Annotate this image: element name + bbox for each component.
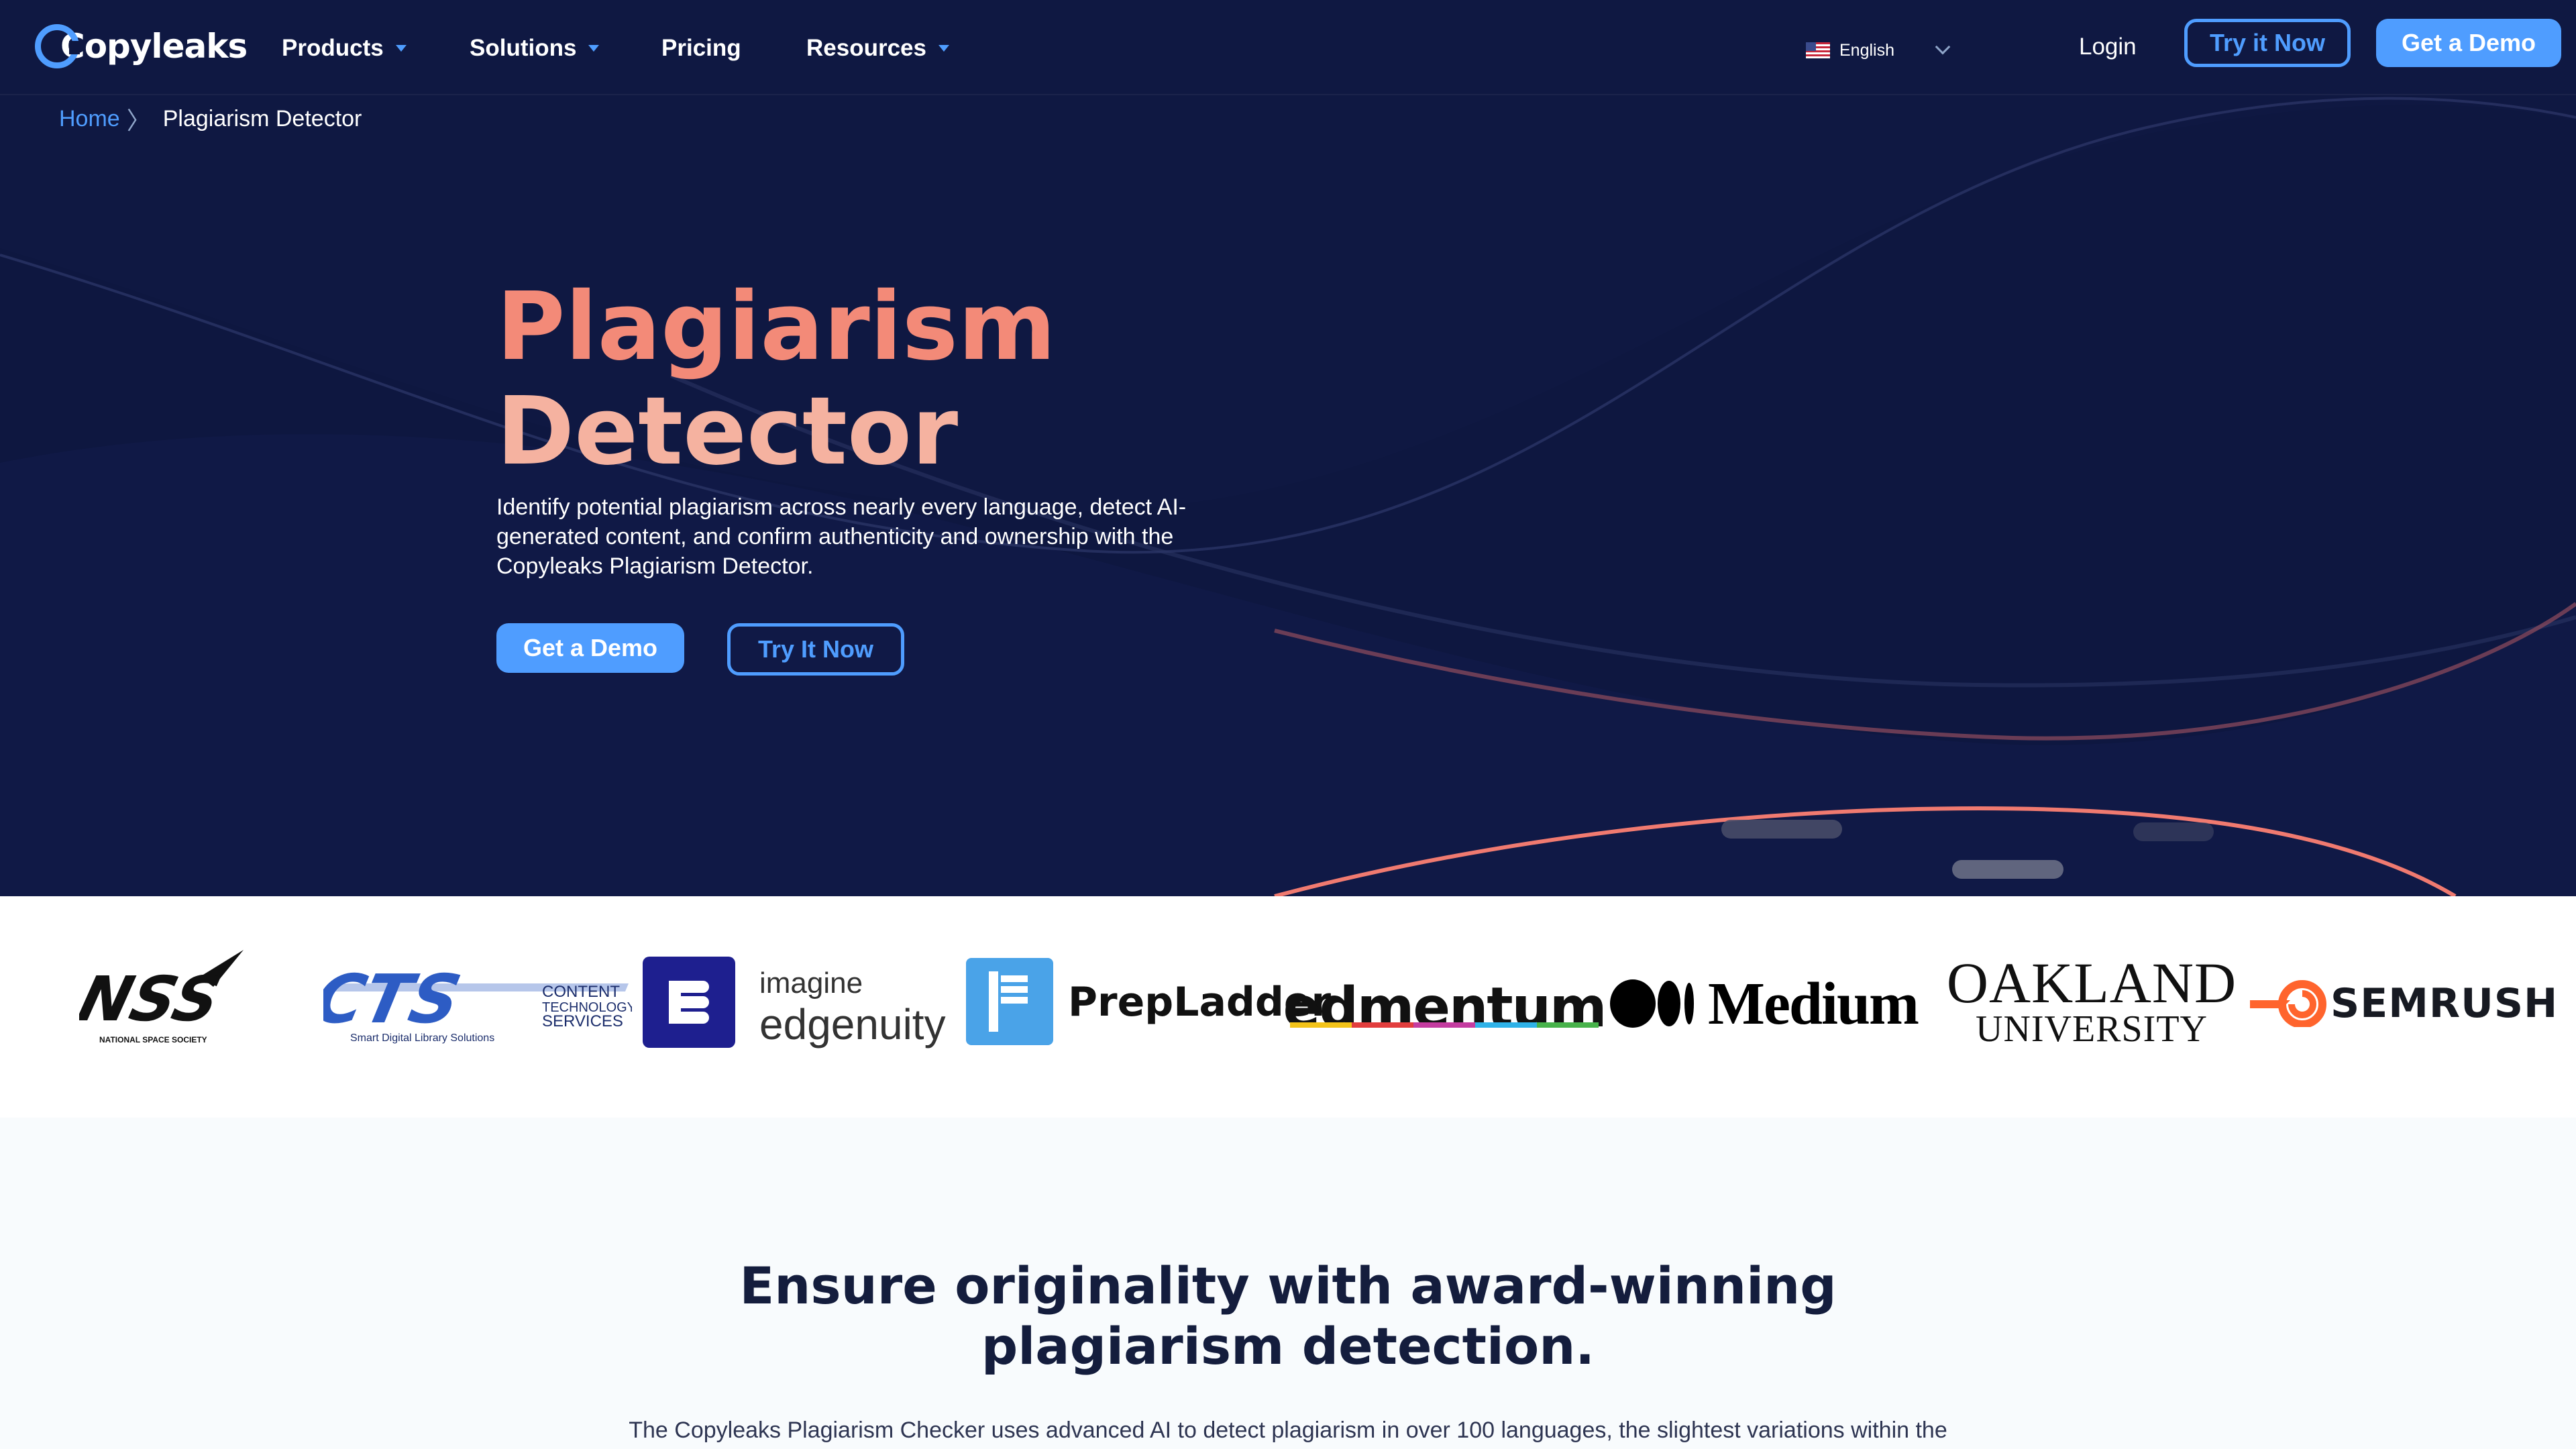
nav-pricing[interactable]: Pricing	[661, 32, 741, 64]
language-selector[interactable]: English	[1806, 40, 1894, 60]
edmentum-logo: edmentum	[1283, 963, 1607, 1044]
nav-resources-label: Resources	[806, 35, 926, 61]
medium-text: Medium	[1708, 970, 1919, 1037]
caret-down-icon	[938, 45, 949, 52]
page-title: Plagiarism Detector	[496, 275, 1056, 484]
nav-resources[interactable]: Resources	[806, 32, 949, 64]
medium-dots-icon	[1610, 979, 1694, 1028]
e-letter-icon	[669, 981, 709, 1024]
chevron-down-icon[interactable]	[1935, 39, 1951, 55]
language-label: English	[1839, 40, 1894, 60]
oakland-university-logo: OAKLAND UNIVERSITY	[1937, 951, 2246, 1050]
section-title-line1: Ensure originality with award-winning	[739, 1256, 1837, 1316]
p-letter-icon	[989, 971, 1028, 1032]
medium-logo: Medium	[1609, 963, 1932, 1044]
section-body: The Copyleaks Plagiarism Checker uses ad…	[629, 1417, 1947, 1443]
hero-get-demo-button[interactable]: Get a Demo	[496, 623, 684, 673]
semrush-logo: SEMRUSH	[2250, 970, 2576, 1037]
imagine-text: imagine	[759, 967, 863, 1000]
caret-down-icon	[588, 45, 600, 52]
hero-try-now-button[interactable]: Try It Now	[727, 623, 904, 676]
copyleaks-logo-icon	[35, 24, 80, 68]
cts-line1: CONTENT	[542, 983, 620, 1001]
cts-logo-mark: CTS CONTENT TECHNOLOGY SERVICES Smart Di…	[323, 963, 632, 1044]
hero-section: Copyleaks Products Solutions Pricing Res…	[0, 0, 2576, 896]
section-title-line2: plagiarism detection.	[981, 1316, 1595, 1376]
breadcrumb-current: Plagiarism Detector	[162, 105, 362, 131]
prepladder-logo: PrepLadder	[1068, 969, 1331, 1036]
page-title-line1: Plagiarism	[496, 272, 1056, 382]
blue-p-logo	[966, 958, 1053, 1045]
decorative-pill	[2133, 822, 2214, 841]
edgenuity-text: edgenuity	[759, 1000, 946, 1049]
nss-caption: NATIONAL SPACE SOCIETY	[99, 1035, 207, 1044]
nav-solutions[interactable]: Solutions	[470, 32, 600, 64]
cts-caption: Smart Digital Library Solutions	[350, 1032, 494, 1044]
decorative-pill	[1721, 820, 1842, 839]
cts-mark-text: CTS	[323, 963, 468, 1038]
get-a-demo-button[interactable]: Get a Demo	[2376, 19, 2561, 67]
nav-products[interactable]: Products	[282, 32, 407, 64]
nav-products-label: Products	[282, 35, 384, 61]
semrush-flame-icon	[2250, 980, 2326, 1027]
top-navigation: Copyleaks Products Solutions Pricing Res…	[0, 0, 2576, 95]
edmentum-e-logo	[643, 957, 735, 1048]
us-flag-icon	[1806, 42, 1830, 58]
cts-logo: CTS CONTENT TECHNOLOGY SERVICES Smart Di…	[323, 963, 632, 1044]
nav-solutions-label: Solutions	[470, 35, 577, 61]
nav-pricing-label: Pricing	[661, 35, 741, 61]
login-link[interactable]: Login	[2079, 34, 2137, 60]
nss-logo-mark: NSS NATIONAL SPACE SOCIETY	[79, 950, 244, 1044]
cts-line3: SERVICES	[542, 1012, 623, 1030]
hero-description: Identify potential plagiarism across nea…	[496, 494, 1187, 579]
oakland-text: OAKLAND	[1946, 951, 2237, 1015]
edmentum-text: edmentum	[1283, 976, 1607, 1040]
page-title-line2: Detector	[496, 377, 959, 486]
decorative-pill	[1952, 860, 2063, 879]
university-text: UNIVERSITY	[1976, 1008, 2208, 1050]
imagine-edgenuity-logo: imagine edgenuity	[759, 963, 967, 1051]
try-it-now-button[interactable]: Try it Now	[2184, 19, 2351, 67]
breadcrumb: Home 〉 Plagiarism Detector	[59, 104, 362, 135]
copyleaks-logo[interactable]: Copyleaks	[35, 20, 248, 72]
logo-text: Copyleaks	[60, 27, 248, 66]
nss-logo: NSS NATIONAL SPACE SOCIETY	[79, 950, 247, 1051]
hero-background-waves	[0, 0, 2576, 896]
breadcrumb-separator: 〉	[126, 107, 151, 134]
breadcrumb-home[interactable]: Home	[59, 106, 120, 132]
edmentum-color-stripe	[1290, 1022, 1599, 1028]
client-logos-strip: NSS NATIONAL SPACE SOCIETY CTS CONTENT T…	[0, 896, 2576, 1118]
semrush-text: SEMRUSH	[2330, 980, 2559, 1027]
nss-mark-text: NSS	[79, 963, 227, 1035]
section-title: Ensure originality with award-winning pl…	[0, 1256, 2576, 1377]
caret-down-icon	[395, 45, 407, 52]
